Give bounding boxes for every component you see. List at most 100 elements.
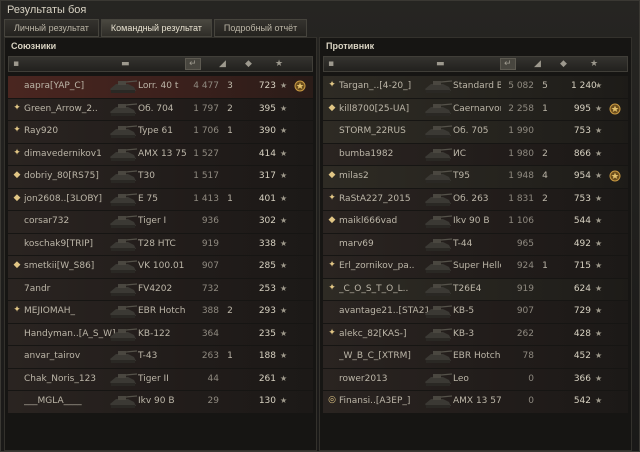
xp-column-icon[interactable]: ★ (590, 59, 598, 69)
tank-icon (108, 77, 138, 95)
player-badge-icon (327, 305, 337, 315)
tank-icon (423, 235, 453, 253)
player-row[interactable]: ✦ _C_O_S_T_O_L.. T26E4 919 624 ★ (323, 278, 628, 300)
player-row[interactable]: ✦ RaStA227_2015 Об. 263 1 831 2 753 ★ (323, 188, 628, 210)
tank-icon (423, 392, 453, 410)
star-icon: ★ (595, 103, 603, 113)
player-name: Chak_Noris_123 (24, 373, 97, 384)
player-row[interactable]: ✦ alekc_82[KAS-] KB-3 262 428 ★ (323, 323, 628, 345)
player-row[interactable]: anvar_tairov T-43 263 1 188 ★ (8, 346, 313, 368)
kills-value: 2 (542, 148, 548, 159)
player-row[interactable]: Handyman..[A_S_W] KB-122 364 235 ★ (8, 323, 313, 345)
player-badge-icon (327, 350, 337, 360)
tank-icon (423, 212, 453, 230)
player-row[interactable]: ✦ dimavedernikov1 AMX 13 75 1 527 414 ★ (8, 143, 313, 165)
kills-value: 3 (227, 81, 233, 91)
player-badge-icon: ◆ (13, 170, 21, 180)
xp-column-icon[interactable]: ★ (275, 59, 283, 69)
damage-value: 388 (201, 306, 219, 316)
player-row[interactable]: bumba1982 ИС 1 980 2 866 ★ (323, 143, 628, 165)
damage-value: 0 (528, 396, 534, 406)
damage-value: 364 (201, 328, 219, 339)
damage-value: 1 413 (193, 193, 219, 204)
player-row[interactable]: koschak9[TRIP] T28 HTC 919 338 ★ (8, 233, 313, 255)
player-row[interactable]: ◆ kill8700[25-UA] Caernarvon 2 258 1 995 ★ (323, 98, 628, 120)
xp-value: 954 (573, 171, 591, 181)
tank-icon (108, 167, 138, 185)
player-badge-icon: ✦ (13, 125, 21, 135)
tank-icon (108, 392, 138, 410)
xp-value: 253 (258, 283, 276, 294)
tank-column-icon[interactable]: ▬ (121, 59, 130, 69)
player-badge-icon: ✦ (13, 102, 21, 113)
player-name: avantage21..[STA21] (339, 306, 431, 316)
player-badge-icon: ◆ (328, 170, 336, 180)
damage-value: 732 (201, 283, 219, 294)
player-row[interactable]: ✦ Targan_..[4-20_] Standard B 5 082 5 1 240 ★ (323, 76, 628, 98)
star-icon: ★ (280, 148, 288, 158)
player-row[interactable]: ___MGLA____ Ikv 90 B 29 130 ★ (8, 391, 313, 413)
player-badge-icon (12, 350, 22, 360)
player-row[interactable]: marv69 T-44 965 492 ★ (323, 233, 628, 255)
player-row[interactable]: ✦ Green_Arrow_2.. Об. 704 1 797 2 395 ★ (8, 98, 313, 120)
tank-icon (423, 77, 453, 95)
kills-column-icon[interactable]: ◢ (219, 59, 226, 69)
star-icon: ★ (595, 148, 603, 158)
damage-value: 2 258 (508, 103, 534, 114)
player-row[interactable]: STORM_22RUS Об. 705 1 990 753 ★ (323, 121, 628, 143)
player-row[interactable]: 7andr FV4202 732 253 ★ (8, 278, 313, 300)
tank-name: Об. 704 (138, 103, 174, 114)
player-name: Green_Arrow_2.. (24, 103, 98, 114)
player-row[interactable]: Chak_Noris_123 Tiger II 44 261 ★ (8, 368, 313, 390)
kills-value: 1 (542, 103, 548, 114)
player-row[interactable]: corsar732 Tiger I 936 302 ★ (8, 211, 313, 233)
player-row[interactable]: ◆ jon2608..[3LOBY] E 75 1 413 1 401 ★ (8, 188, 313, 210)
kills-column-icon[interactable]: ◢ (534, 59, 541, 69)
player-row[interactable]: ✦Erl_zornikov_pa.. Super Hellcat 924 1 715 ★ (323, 256, 628, 278)
star-icon: ★ (280, 328, 288, 338)
kills-value: 1 (227, 351, 233, 361)
shield-column-icon[interactable]: ◆ (245, 59, 252, 69)
squad-column-icon[interactable]: ▪ (328, 59, 334, 69)
damage-column-icon[interactable]: ↵ (185, 58, 201, 70)
tank-column-icon[interactable]: ▬ (436, 59, 445, 69)
player-name: jon2608..[3LOBY] (24, 193, 103, 204)
star-icon: ★ (595, 328, 603, 338)
enemies-title: Противник (326, 41, 375, 51)
star-icon: ★ (280, 126, 288, 135)
player-name: _W_B_C_[XTRM] (339, 351, 411, 361)
player-row[interactable]: ✦ Ray920 Type 61 1 706 1 390 ★ (8, 121, 313, 143)
player-row[interactable]: ◎ Finansi..[A3EP_] AMX 13 57 0 542 ★ (323, 391, 628, 413)
medal-icon (609, 170, 621, 182)
tank-name: Tiger I (138, 216, 167, 226)
shield-column-icon[interactable]: ◆ (560, 59, 567, 69)
enemies-panel: Противник ▪ ▬ ↵ ◢ ◆ ★ ✦ Targan_..[4-20_] S… (319, 37, 632, 451)
player-name: marv69 (339, 238, 374, 249)
tank-icon (108, 122, 138, 140)
tab-team-result[interactable]: Командный результат (100, 19, 212, 37)
tank-name: Caernarvon (453, 103, 501, 114)
player-row[interactable]: avantage21..[STA21] KB-5 907 729 ★ (323, 301, 628, 323)
xp-value: 414 (258, 148, 276, 159)
player-row[interactable]: ◆ dobriy_80[RS75] T30 1 517 317 ★ (8, 166, 313, 188)
player-row[interactable]: _W_B_C_[XTRM] EBR Hotch. 78 452 ★ (323, 346, 628, 368)
xp-value: 130 (258, 396, 276, 406)
player-row[interactable]: rower2013 Leo 0 366 ★ (323, 368, 628, 390)
damage-column-icon[interactable]: ↵ (500, 58, 516, 70)
squad-column-icon[interactable]: ▪ (13, 59, 19, 69)
tab-detailed-report[interactable]: Подробный отчёт (213, 19, 308, 37)
tab-personal-result[interactable]: Личный результат (4, 19, 99, 37)
player-row[interactable]: aapra[YAP_C] Lorr. 40 t 4 477 3 723 ★ (8, 76, 313, 98)
xp-value: 452 (573, 351, 591, 361)
tank-name: T30 (138, 171, 155, 181)
player-row[interactable]: ✦ MEJIOMAH_ EBR Hotch. 388 2 293 ★ (8, 301, 313, 323)
player-row[interactable]: ◆smetkii[W_S86] VK 100.01 P 907 285 ★ (8, 256, 313, 278)
damage-value: 1 527 (193, 148, 219, 159)
player-name: ___MGLA____ (24, 396, 82, 406)
damage-value: 0 (528, 373, 534, 384)
tank-icon (108, 235, 138, 253)
player-name: maikl666vad (339, 216, 398, 226)
player-row[interactable]: ◆ maikl666vad Ikv 90 B 1 106 544 ★ (323, 211, 628, 233)
player-row[interactable]: ◆ milas2 T95 1 948 4 954 ★ (323, 166, 628, 188)
tank-name: Lorr. 40 t (138, 81, 179, 91)
